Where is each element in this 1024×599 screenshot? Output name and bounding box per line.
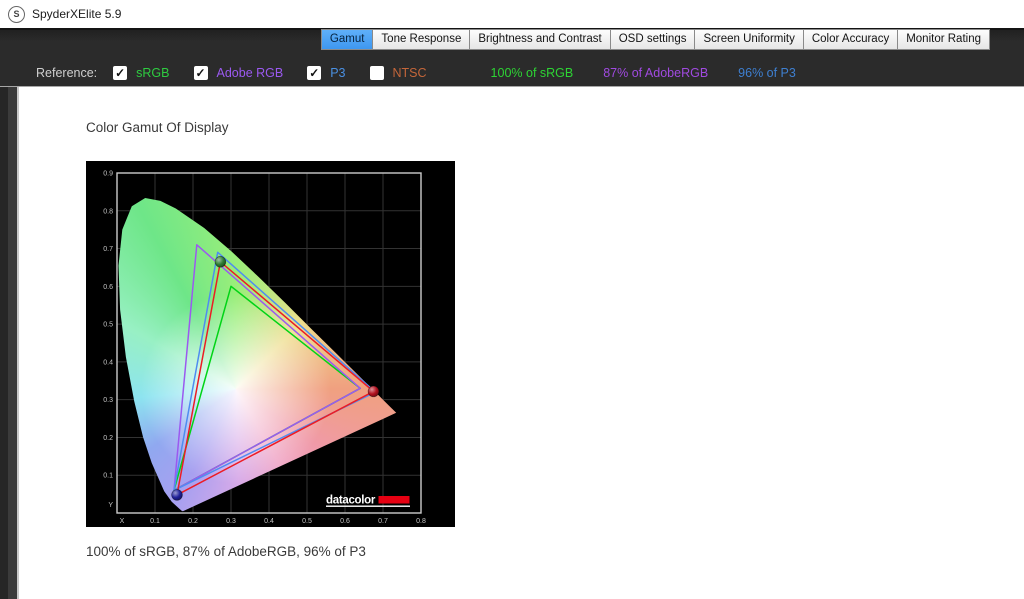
left-edge-strip	[0, 87, 19, 599]
datacolor-logo: datacolor	[326, 495, 410, 507]
reference-name-srgb: sRGB	[136, 66, 170, 80]
reference-name-adobe-rgb: Adobe RGB	[216, 66, 284, 80]
gamut-summary-text: 100% of sRGB, 87% of AdobeRGB, 96% of P3	[86, 544, 366, 559]
reference-name-p3: P3	[330, 66, 346, 80]
tick-label: 0.6	[340, 518, 350, 525]
reference-checkboxes: ✓ sRGB ✓ Adobe RGB ✓ P3 NTSC	[113, 66, 450, 80]
app-icon: S	[8, 5, 25, 23]
display-red-primary-marker	[367, 385, 380, 398]
checkbox-ntsc[interactable]	[369, 66, 384, 80]
tick-label: 0.4	[103, 359, 113, 366]
tab-screen-uniformity[interactable]: Screen Uniformity	[694, 29, 804, 50]
logo-underline	[326, 505, 410, 507]
reference-adobe-rgb: ✓ Adobe RGB	[193, 66, 284, 80]
tick-label: 0.5	[103, 322, 113, 329]
tick-label: 0.7	[378, 518, 388, 525]
tick-label: X	[120, 518, 125, 525]
tick-label: 0.4	[264, 518, 274, 525]
checkbox-p3[interactable]: ✓	[307, 66, 322, 80]
reference-p3: ✓ P3	[307, 66, 346, 80]
tab-monitor-rating[interactable]: Monitor Rating	[897, 29, 990, 50]
tick-label: 0.3	[103, 397, 113, 404]
spyderx-window: S SpyderXElite 5.9 Gamut Tone Response Bri…	[0, 0, 1024, 599]
chart-title: Color Gamut Of Display	[86, 120, 229, 135]
reference-name-ntsc: NTSC	[392, 66, 427, 80]
result-100-of-srgb: 100% of sRGB	[490, 66, 574, 80]
header-band: Gamut Tone Response Brightness and Contras…	[0, 28, 1024, 87]
tab-brightness-and-contrast[interactable]: Brightness and Contrast	[469, 29, 611, 50]
tab-gamut[interactable]: Gamut	[320, 29, 374, 50]
reference-srgb: ✓ sRGB	[113, 66, 170, 80]
window-title: SpyderXElite 5.9	[32, 7, 122, 21]
report-content: Color Gamut Of Display 0.1 0.2 0.3 0.4 0.5 0.…	[19, 87, 1024, 599]
tick-label: 0.8	[103, 208, 113, 215]
tick-label: 0.1	[150, 518, 160, 525]
tick-label: 0.2	[188, 518, 198, 525]
tick-label: 0.2	[103, 435, 113, 442]
reference-ntsc: NTSC	[369, 66, 427, 80]
tab-osd-settings[interactable]: OSD settings	[609, 29, 696, 50]
tick-label: 0.3	[226, 518, 236, 525]
tick-label: 0.9	[103, 171, 113, 178]
tab-color-accuracy[interactable]: Color Accuracy	[802, 29, 899, 50]
title-bar: S SpyderXElite 5.9	[0, 0, 1024, 28]
reference-toolbar: Reference: ✓ sRGB ✓ Adobe RGB ✓ P3 NTSC 100% o…	[36, 63, 1024, 83]
tick-label: 0.6	[103, 284, 113, 291]
logo-red-swatch	[378, 496, 410, 504]
result-96-of-p3: 96% of P3	[738, 66, 796, 80]
tick-label: 0.7	[103, 246, 113, 253]
reference-label: Reference:	[36, 66, 98, 80]
tick-label: 0.1	[103, 473, 113, 480]
chromaticity-svg: 0.1 0.2 0.3 0.4 0.5 0.6 0.7 0.8 X 0.1 0.2 0.3 0.4 0.5…	[103, 171, 426, 526]
checkbox-srgb[interactable]: ✓	[113, 66, 128, 80]
chromaticity-chart: 0.1 0.2 0.3 0.4 0.5 0.6 0.7 0.8 X 0.1 0.2 0.3 0.4 0.5…	[86, 161, 455, 527]
cie-spectral-horseshoe	[118, 198, 397, 512]
display-blue-primary-marker	[171, 489, 183, 501]
tab-tone-response[interactable]: Tone Response	[372, 29, 471, 50]
tick-label: 0.8	[416, 518, 426, 525]
datacolor-logo-text: datacolor	[326, 495, 376, 507]
result-87-of-adobergb: 87% of AdobeRGB	[603, 66, 709, 80]
tick-label: Y	[108, 502, 113, 509]
display-green-primary-marker	[214, 256, 227, 268]
tick-label: 0.5	[302, 518, 312, 525]
checkbox-adobe-rgb[interactable]: ✓	[193, 66, 208, 80]
tab-bar: Gamut Tone Response Brightness and Contras…	[320, 29, 990, 50]
gamut-results: 100% of sRGB 87% of AdobeRGB 96% of P3	[491, 66, 826, 80]
